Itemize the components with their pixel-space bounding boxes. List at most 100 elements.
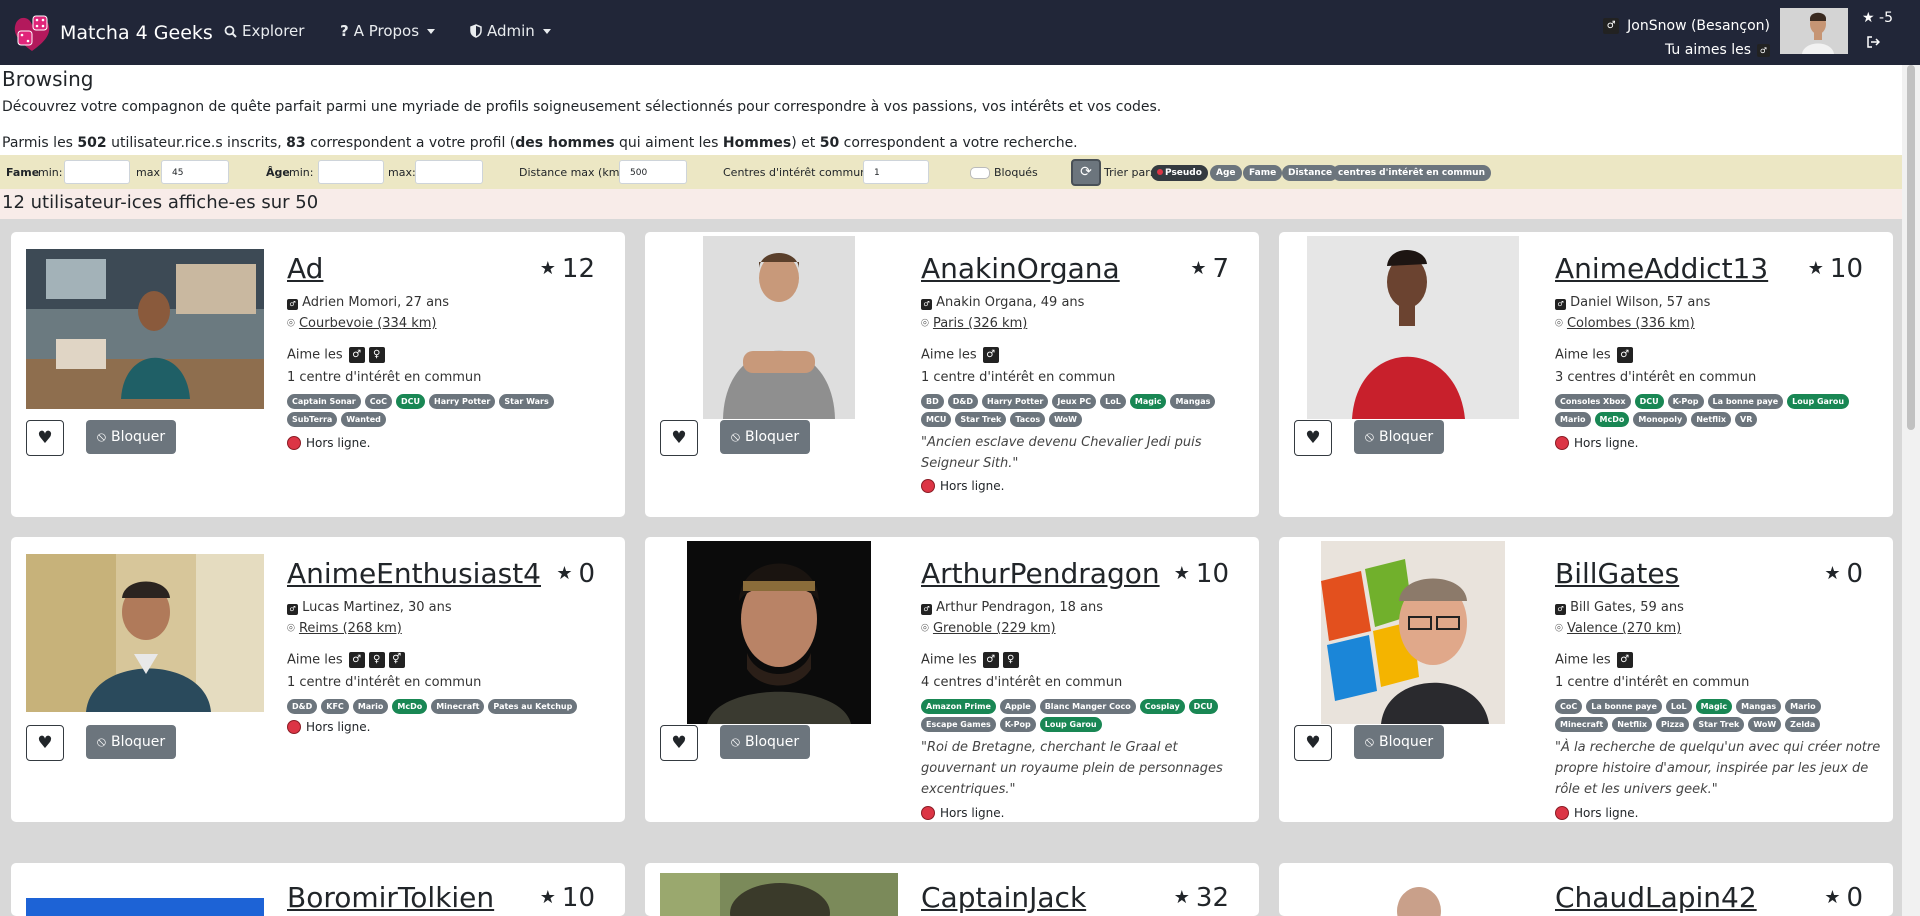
profile-username[interactable]: BillGates [1555, 557, 1679, 590]
sort-distance[interactable]: Distance [1282, 165, 1339, 181]
interest-tag: Loup Garou [1787, 394, 1850, 409]
profile-photo[interactable] [1307, 236, 1519, 419]
profile-photo[interactable] [703, 236, 855, 419]
heart-icon: ♥ [37, 733, 53, 753]
sort-common-interests[interactable]: centres d'intérêt en commun [1332, 165, 1491, 181]
avatar[interactable] [1780, 8, 1848, 54]
female-icon: ♀ [1002, 652, 1019, 668]
fame-min-input[interactable] [64, 160, 130, 184]
profile-card[interactable]: ChaudLapin42 ★ 0 [1279, 863, 1893, 916]
like-button[interactable]: ♥ [26, 725, 64, 761]
profile-card[interactable]: BillGates ★ 0 ♂ Bill Gates, 59 ans ⌾ Vale… [1279, 537, 1893, 822]
sort-age[interactable]: Age [1210, 165, 1242, 181]
stats-hommes: Hommes [722, 135, 792, 151]
common-interests-input[interactable]: 1 [863, 160, 929, 184]
nav-about-dropdown[interactable]: ? A Propos [340, 22, 436, 40]
nav-admin-dropdown[interactable]: Admin [470, 22, 551, 40]
female-icon: ♀ [368, 347, 385, 363]
block-button[interactable]: ⦸ Bloquer [1354, 420, 1444, 454]
interest-tag: DCU [1634, 394, 1664, 409]
blocked-label: Bloqués [994, 166, 1038, 179]
interest-tag: VR [1735, 412, 1758, 427]
age-min-input[interactable] [318, 160, 384, 184]
profile-photo[interactable] [26, 554, 264, 712]
block-button-label: Bloquer [110, 734, 166, 750]
profile-location[interactable]: ⌾ Reims (268 km) [287, 621, 402, 636]
profile-photo[interactable] [26, 898, 264, 916]
interest-tag: La bonne paye [1707, 394, 1784, 409]
profile-photo[interactable] [26, 249, 264, 409]
block-button[interactable]: ⦸ Bloquer [720, 420, 810, 454]
profile-card[interactable]: CaptainJack ★ 32 [645, 863, 1259, 916]
profile-city[interactable]: Reims (268 km) [299, 621, 402, 636]
profile-username[interactable]: AnimeAddict13 [1555, 252, 1768, 285]
profile-photo[interactable] [1321, 541, 1505, 724]
like-button[interactable]: ♥ [660, 420, 698, 456]
heart-icon: ♥ [1305, 733, 1321, 753]
profile-location[interactable]: ⌾ Courbevoie (334 km) [287, 316, 437, 331]
male-icon: ♂ [1603, 18, 1620, 34]
profile-location[interactable]: ⌾ Valence (270 km) [1555, 621, 1681, 636]
interest-tag: Magic [1695, 699, 1733, 714]
logout-icon[interactable] [1866, 35, 1881, 53]
fame-max-input[interactable]: 45 [161, 160, 229, 184]
interest-tag: CoC [1555, 699, 1583, 714]
sort-pseudo[interactable]: Pseudo [1151, 165, 1208, 181]
profile-username[interactable]: Ad [287, 252, 323, 285]
interest-tag: Apple [999, 699, 1036, 714]
refresh-icon: ⟳ [1080, 164, 1092, 180]
refresh-button[interactable]: ⟳ [1071, 159, 1101, 186]
scrollbar-thumb[interactable] [1907, 65, 1915, 430]
profile-city[interactable]: Valence (270 km) [1567, 621, 1681, 636]
interest-tag: SubTerra [287, 412, 338, 427]
profile-fame: ★ 0 [556, 559, 595, 589]
profile-card[interactable]: BoromirTolkien ★ 10 [11, 863, 625, 916]
profile-username[interactable]: CaptainJack [921, 881, 1086, 914]
profile-username[interactable]: BoromirTolkien [287, 881, 494, 914]
like-button[interactable]: ♥ [1294, 725, 1332, 761]
profile-username[interactable]: AnimeEnthusiast4 [287, 557, 541, 590]
profile-card[interactable]: Ad ★ 12 ♂ Adrien Momori, 27 ans ⌾ Courbev… [11, 232, 625, 517]
profile-location[interactable]: ⌾ Paris (326 km) [921, 316, 1027, 331]
block-icon: ⦸ [730, 429, 740, 445]
interest-tag: Pates au Ketchup [488, 699, 578, 714]
profile-city[interactable]: Courbevoie (334 km) [299, 316, 437, 331]
user-name-city[interactable]: JonSnow (Besançon) [1627, 14, 1770, 38]
profile-city[interactable]: Colombes (336 km) [1567, 316, 1695, 331]
profile-city[interactable]: Paris (326 km) [933, 316, 1027, 331]
block-button[interactable]: ⦸ Bloquer [1354, 725, 1444, 759]
profile-card[interactable]: AnakinOrgana ★ 7 ♂ Anakin Organa, 49 ans … [645, 232, 1259, 517]
sort-fame[interactable]: Fame [1243, 165, 1283, 181]
profile-username[interactable]: ChaudLapin42 [1555, 881, 1757, 914]
page-scrollbar[interactable] [1902, 65, 1920, 916]
stats-text: correspondent a votre recherche. [839, 135, 1078, 151]
like-button[interactable]: ♥ [660, 725, 698, 761]
location-pin-icon: ⌾ [921, 316, 929, 331]
profile-city[interactable]: Grenoble (229 km) [933, 621, 1056, 636]
like-button[interactable]: ♥ [1294, 420, 1332, 456]
block-button[interactable]: ⦸ Bloquer [86, 725, 176, 759]
profile-photo[interactable] [660, 873, 898, 916]
profile-location[interactable]: ⌾ Colombes (336 km) [1555, 316, 1695, 331]
profile-card[interactable]: AnimeEnthusiast4 ★ 0 ♂ Lucas Martinez, 30… [11, 537, 625, 822]
age-max-input[interactable] [415, 160, 483, 184]
blocked-toggle[interactable] [970, 167, 990, 179]
profile-card[interactable]: ArthurPendragon ★ 10 ♂ Arthur Pendragon, … [645, 537, 1259, 822]
male-icon: ♂ [1555, 604, 1566, 615]
block-button[interactable]: ⦸ Bloquer [86, 420, 176, 454]
top-navbar: Matcha 4 Geeks Explorer ? A Propos Admin… [0, 0, 1920, 65]
profile-location[interactable]: ⌾ Grenoble (229 km) [921, 621, 1056, 636]
nav-explore[interactable]: Explorer [224, 22, 304, 40]
profile-photo[interactable] [687, 541, 871, 724]
profile-photo[interactable] [1379, 873, 1459, 916]
brand[interactable]: Matcha 4 Geeks [10, 12, 213, 54]
interest-tag: BD [921, 394, 944, 409]
distance-input[interactable]: 500 [619, 160, 687, 184]
interest-tag: Escape Games [921, 717, 996, 732]
profile-username[interactable]: AnakinOrgana [921, 252, 1120, 285]
profile-username[interactable]: ArthurPendragon [921, 557, 1160, 590]
common-interests-label: Centres d'intérêt commun: [723, 166, 871, 179]
like-button[interactable]: ♥ [26, 420, 64, 456]
profile-card[interactable]: AnimeAddict13 ★ 10 ♂ Daniel Wilson, 57 an… [1279, 232, 1893, 517]
block-button[interactable]: ⦸ Bloquer [720, 725, 810, 759]
